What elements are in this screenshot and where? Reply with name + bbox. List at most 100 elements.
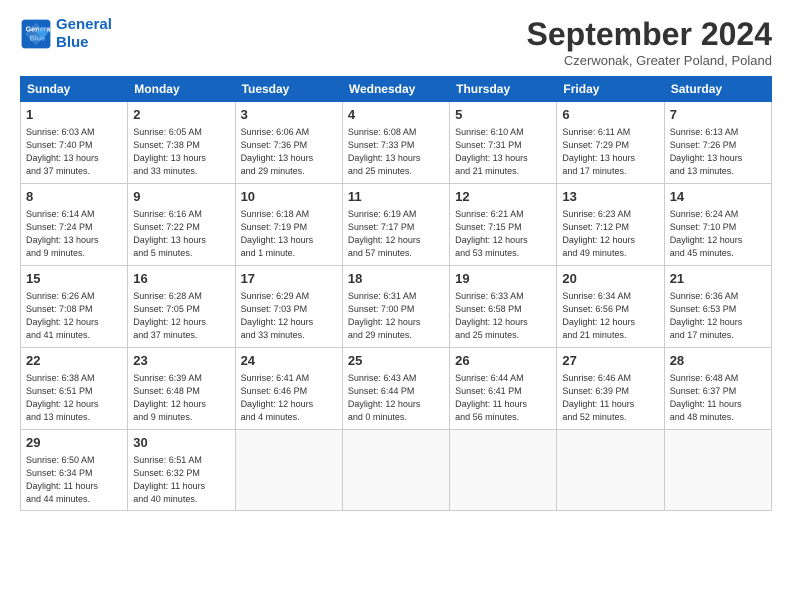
- day-number: 24: [241, 352, 337, 370]
- calendar-cell: [342, 430, 449, 511]
- day-info: Sunrise: 6:46 AMSunset: 6:39 PMDaylight:…: [562, 372, 658, 424]
- day-number: 12: [455, 188, 551, 206]
- day-info: Sunrise: 6:19 AMSunset: 7:17 PMDaylight:…: [348, 208, 444, 260]
- day-number: 16: [133, 270, 229, 288]
- day-info: Sunrise: 6:26 AMSunset: 7:08 PMDaylight:…: [26, 290, 122, 342]
- day-info: Sunrise: 6:11 AMSunset: 7:29 PMDaylight:…: [562, 126, 658, 178]
- day-info: Sunrise: 6:34 AMSunset: 6:56 PMDaylight:…: [562, 290, 658, 342]
- calendar-cell: 2Sunrise: 6:05 AMSunset: 7:38 PMDaylight…: [128, 102, 235, 184]
- calendar-cell: 5 Sunrise: 6:10 AMSunset: 7:31 PMDaylight…: [450, 102, 557, 184]
- day-info: Sunrise: 6:21 AMSunset: 7:15 PMDaylight:…: [455, 208, 551, 260]
- calendar-cell: 24 Sunrise: 6:41 AMSunset: 6:46 PMDayligh…: [235, 348, 342, 430]
- calendar-cell: 26 Sunrise: 6:44 AMSunset: 6:41 PMDayligh…: [450, 348, 557, 430]
- calendar-cell: [664, 430, 771, 511]
- day-info: Sunrise: 6:43 AMSunset: 6:44 PMDaylight:…: [348, 372, 444, 424]
- calendar-cell: [235, 430, 342, 511]
- calendar-cell: 21Sunrise: 6:36 AMSunset: 6:53 PMDayligh…: [664, 266, 771, 348]
- day-info: Sunrise: 6:38 AMSunset: 6:51 PMDaylight:…: [26, 372, 122, 424]
- day-number: 26: [455, 352, 551, 370]
- weekday-saturday: Saturday: [664, 77, 771, 102]
- day-info: Sunrise: 6:36 AMSunset: 6:53 PMDaylight:…: [670, 290, 766, 342]
- day-info: Sunrise: 6:05 AMSunset: 7:38 PMDaylight:…: [133, 126, 229, 178]
- calendar-cell: 14 Sunrise: 6:24 AMSunset: 7:10 PMDayligh…: [664, 184, 771, 266]
- location-subtitle: Czerwonak, Greater Poland, Poland: [527, 53, 772, 68]
- calendar-cell: 4 Sunrise: 6:08 AMSunset: 7:33 PMDaylight…: [342, 102, 449, 184]
- day-number: 27: [562, 352, 658, 370]
- day-number: 22: [26, 352, 122, 370]
- calendar-cell: 18 Sunrise: 6:31 AMSunset: 7:00 PMDayligh…: [342, 266, 449, 348]
- calendar-cell: 25 Sunrise: 6:43 AMSunset: 6:44 PMDayligh…: [342, 348, 449, 430]
- calendar-cell: 6 Sunrise: 6:11 AMSunset: 7:29 PMDaylight…: [557, 102, 664, 184]
- weekday-thursday: Thursday: [450, 77, 557, 102]
- calendar-cell: 13Sunrise: 6:23 AMSunset: 7:12 PMDayligh…: [557, 184, 664, 266]
- calendar-cell: 22 Sunrise: 6:38 AMSunset: 6:51 PMDayligh…: [21, 348, 128, 430]
- day-info: Sunrise: 6:10 AMSunset: 7:31 PMDaylight:…: [455, 126, 551, 178]
- day-info: Sunrise: 6:41 AMSunset: 6:46 PMDaylight:…: [241, 372, 337, 424]
- calendar-week-2: 8 Sunrise: 6:14 AMSunset: 7:24 PMDaylight…: [21, 184, 772, 266]
- day-info: Sunrise: 6:13 AMSunset: 7:26 PMDaylight:…: [670, 126, 766, 178]
- day-info: Sunrise: 6:51 AMSunset: 6:32 PMDaylight:…: [133, 454, 229, 506]
- day-number: 18: [348, 270, 444, 288]
- day-info: Sunrise: 6:39 AMSunset: 6:48 PMDaylight:…: [133, 372, 229, 424]
- day-number: 11: [348, 188, 444, 206]
- day-info: Sunrise: 6:29 AMSunset: 7:03 PMDaylight:…: [241, 290, 337, 342]
- day-info: Sunrise: 6:23 AMSunset: 7:12 PMDaylight:…: [562, 208, 658, 260]
- day-number: 9: [133, 188, 229, 206]
- logo: General Blue General Blue: [20, 16, 112, 52]
- day-info: Sunrise: 6:28 AMSunset: 7:05 PMDaylight:…: [133, 290, 229, 342]
- calendar-cell: 15Sunrise: 6:26 AMSunset: 7:08 PMDayligh…: [21, 266, 128, 348]
- day-number: 3: [241, 106, 337, 124]
- calendar-cell: 10 Sunrise: 6:18 AMSunset: 7:19 PMDayligh…: [235, 184, 342, 266]
- page: General Blue General Blue September 2024…: [0, 0, 792, 612]
- day-info: Sunrise: 6:18 AMSunset: 7:19 PMDaylight:…: [241, 208, 337, 260]
- day-info: Sunrise: 6:31 AMSunset: 7:00 PMDaylight:…: [348, 290, 444, 342]
- day-info: Sunrise: 6:08 AMSunset: 7:33 PMDaylight:…: [348, 126, 444, 178]
- day-number: 7: [670, 106, 766, 124]
- calendar-cell: 19 Sunrise: 6:33 AMSunset: 6:58 PMDayligh…: [450, 266, 557, 348]
- weekday-monday: Monday: [128, 77, 235, 102]
- calendar-cell: 1Sunrise: 6:03 AMSunset: 7:40 PMDaylight…: [21, 102, 128, 184]
- day-number: 10: [241, 188, 337, 206]
- calendar-cell: 8 Sunrise: 6:14 AMSunset: 7:24 PMDaylight…: [21, 184, 128, 266]
- day-info: Sunrise: 6:14 AMSunset: 7:24 PMDaylight:…: [26, 208, 122, 260]
- weekday-header-row: SundayMondayTuesdayWednesdayThursdayFrid…: [21, 77, 772, 102]
- calendar-cell: 17 Sunrise: 6:29 AMSunset: 7:03 PMDayligh…: [235, 266, 342, 348]
- day-number: 19: [455, 270, 551, 288]
- month-title: September 2024: [527, 16, 772, 53]
- day-number: 25: [348, 352, 444, 370]
- calendar-week-3: 15Sunrise: 6:26 AMSunset: 7:08 PMDayligh…: [21, 266, 772, 348]
- day-number: 20: [562, 270, 658, 288]
- header: General Blue General Blue September 2024…: [20, 16, 772, 68]
- day-info: Sunrise: 6:44 AMSunset: 6:41 PMDaylight:…: [455, 372, 551, 424]
- calendar-cell: 23 Sunrise: 6:39 AMSunset: 6:48 PMDayligh…: [128, 348, 235, 430]
- day-number: 17: [241, 270, 337, 288]
- calendar-table: SundayMondayTuesdayWednesdayThursdayFrid…: [20, 76, 772, 511]
- calendar-cell: 20 Sunrise: 6:34 AMSunset: 6:56 PMDayligh…: [557, 266, 664, 348]
- logo-icon: General Blue: [20, 18, 52, 50]
- day-info: Sunrise: 6:24 AMSunset: 7:10 PMDaylight:…: [670, 208, 766, 260]
- title-block: September 2024 Czerwonak, Greater Poland…: [527, 16, 772, 68]
- day-number: 23: [133, 352, 229, 370]
- weekday-wednesday: Wednesday: [342, 77, 449, 102]
- calendar-cell: 28 Sunrise: 6:48 AMSunset: 6:37 PMDayligh…: [664, 348, 771, 430]
- day-info: Sunrise: 6:48 AMSunset: 6:37 PMDaylight:…: [670, 372, 766, 424]
- calendar-cell: 9 Sunrise: 6:16 AMSunset: 7:22 PMDaylight…: [128, 184, 235, 266]
- day-number: 14: [670, 188, 766, 206]
- day-number: 4: [348, 106, 444, 124]
- calendar-cell: [450, 430, 557, 511]
- calendar-week-4: 22 Sunrise: 6:38 AMSunset: 6:51 PMDayligh…: [21, 348, 772, 430]
- calendar-cell: [557, 430, 664, 511]
- calendar-week-5: 29Sunrise: 6:50 AMSunset: 6:34 PMDayligh…: [21, 430, 772, 511]
- calendar-cell: 3Sunrise: 6:06 AMSunset: 7:36 PMDaylight…: [235, 102, 342, 184]
- calendar-cell: 16 Sunrise: 6:28 AMSunset: 7:05 PMDayligh…: [128, 266, 235, 348]
- day-number: 28: [670, 352, 766, 370]
- day-info: Sunrise: 6:33 AMSunset: 6:58 PMDaylight:…: [455, 290, 551, 342]
- day-number: 1: [26, 106, 122, 124]
- weekday-tuesday: Tuesday: [235, 77, 342, 102]
- day-number: 5: [455, 106, 551, 124]
- calendar-cell: 7 Sunrise: 6:13 AMSunset: 7:26 PMDaylight…: [664, 102, 771, 184]
- day-info: Sunrise: 6:16 AMSunset: 7:22 PMDaylight:…: [133, 208, 229, 260]
- day-number: 8: [26, 188, 122, 206]
- day-number: 6: [562, 106, 658, 124]
- calendar-cell: 27 Sunrise: 6:46 AMSunset: 6:39 PMDayligh…: [557, 348, 664, 430]
